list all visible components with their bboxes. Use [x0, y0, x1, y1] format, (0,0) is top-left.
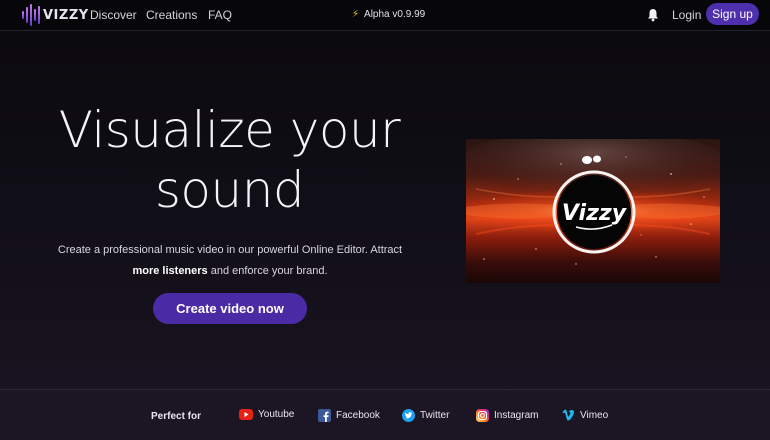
nav-creations[interactable]: Creations	[146, 8, 197, 22]
nav-faq[interactable]: FAQ	[208, 8, 232, 22]
hero-desc-bold: more listeners	[132, 265, 208, 277]
hero-desc-part2: and enforce your brand.	[207, 265, 328, 277]
top-navbar: VIZZY Discover Creations FAQ ⚡ Alpha v0.…	[0, 0, 770, 31]
platform-facebook[interactable]: Facebook	[318, 409, 380, 422]
logo-text: VIZZY	[43, 7, 89, 23]
platform-youtube[interactable]: Youtube	[239, 409, 294, 420]
platform-label: Instagram	[494, 410, 539, 421]
vimeo-icon	[562, 409, 575, 421]
bell-icon[interactable]	[647, 8, 659, 22]
instagram-icon	[476, 409, 489, 422]
version-text: Alpha v0.9.99	[364, 9, 426, 20]
preview-visualizer-image: Vizzy	[466, 139, 720, 283]
hero-description: Create a professional music video in our…	[45, 240, 415, 282]
visualizer-artwork: Vizzy	[466, 139, 720, 283]
nav-discover[interactable]: Discover	[90, 8, 137, 22]
hero-desc-part1: Create a professional music video in our…	[57, 244, 403, 256]
platform-label: Facebook	[336, 410, 380, 421]
equalizer-logo-icon	[22, 4, 40, 26]
perfect-for-label: Perfect for	[151, 411, 202, 422]
lightning-icon: ⚡	[352, 9, 360, 20]
vizzy-logo[interactable]: VIZZY	[22, 3, 89, 27]
page: VIZZY Discover Creations FAQ ⚡ Alpha v0.…	[0, 0, 770, 440]
platform-label: Youtube	[258, 409, 295, 420]
facebook-icon	[318, 409, 331, 422]
youtube-icon	[239, 409, 253, 420]
platform-label: Twitter	[420, 410, 450, 421]
twitter-icon	[402, 409, 415, 422]
platforms-footer: Perfect for Youtube Facebook Twitter Ins…	[0, 389, 770, 440]
login-link[interactable]: Login	[672, 8, 701, 22]
create-video-button[interactable]: Create video now	[153, 293, 307, 324]
vizzy-badge-text: Vizzy	[562, 201, 628, 226]
platform-instagram[interactable]: Instagram	[476, 409, 538, 422]
hero-title-line2: sound	[154, 161, 305, 219]
hero-title-line1: Visualize your	[58, 101, 401, 159]
platform-vimeo[interactable]: Vimeo	[562, 409, 608, 421]
version-badge: ⚡ Alpha v0.9.99	[352, 9, 425, 20]
hero-title: Visualize your sound	[38, 100, 421, 220]
signup-button[interactable]: Sign up	[706, 3, 759, 25]
platform-label: Vimeo	[580, 409, 609, 421]
platform-twitter[interactable]: Twitter	[402, 409, 449, 422]
